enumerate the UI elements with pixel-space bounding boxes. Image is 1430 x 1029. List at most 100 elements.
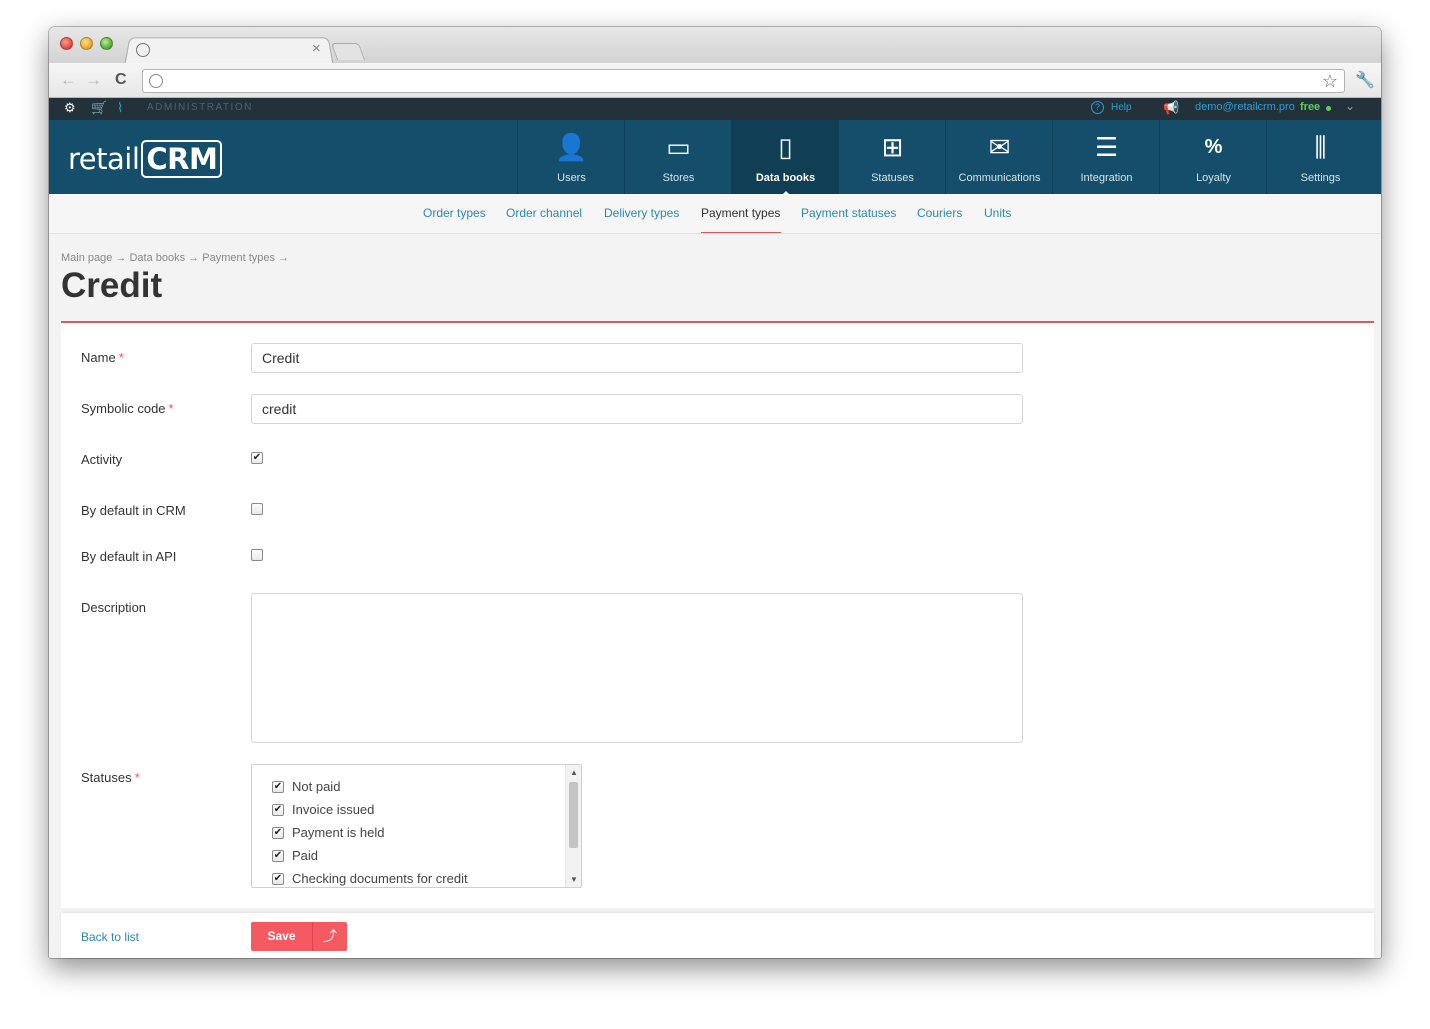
required-mark: *	[168, 401, 174, 416]
retailcrm-logo[interactable]: retail CRM	[68, 140, 223, 178]
statuses-icon: ⊞	[881, 132, 904, 162]
new-tab-button[interactable]	[330, 43, 366, 60]
globe-icon	[149, 74, 163, 88]
page-title: Credit	[61, 266, 163, 305]
required-mark: *	[118, 350, 124, 365]
online-status-dot	[1326, 106, 1331, 111]
statuses-label: Statuses *	[81, 770, 140, 785]
tab-close-icon[interactable]: ×	[312, 41, 321, 57]
nav-settings[interactable]: ⫼ Settings	[1266, 120, 1373, 194]
default-api-checkbox[interactable]	[251, 549, 263, 561]
nav-label: Users	[557, 172, 586, 184]
admin-bar: ⚙ 🛒 ⌇ ADMINISTRATION ? Help 📢 demo@retai…	[49, 98, 1381, 120]
status-label: Invoice issued	[292, 802, 375, 817]
help-icon[interactable]: ?	[1091, 101, 1104, 114]
subnav-units[interactable]: Units	[984, 206, 1011, 220]
nav-label: Settings	[1300, 172, 1341, 184]
statuses-scrollbar[interactable]: ▲ ▼	[565, 765, 581, 887]
status-checkbox[interactable]: ✔	[272, 873, 284, 885]
forward-arrow-icon[interactable]: →	[85, 71, 102, 89]
browser-tab[interactable]	[124, 37, 334, 65]
back-arrow-icon[interactable]: ←	[60, 71, 77, 89]
wrench-icon[interactable]: 🔧	[1355, 70, 1375, 90]
help-link[interactable]: Help	[1111, 102, 1132, 113]
symbolic-code-label: Symbolic code *	[81, 401, 174, 416]
data-books-subnav: Order types Order channel Delivery types…	[49, 194, 1381, 234]
nav-stores[interactable]: ▭ Stores	[624, 120, 731, 194]
nav-label: Data books	[755, 172, 816, 184]
status-checkbox[interactable]: ✔	[272, 827, 284, 839]
scrollbar-thumb[interactable]	[569, 782, 578, 848]
scroll-down-icon[interactable]: ▼	[570, 875, 578, 884]
subnav-payment-types[interactable]: Payment types	[701, 206, 780, 220]
subnav-delivery-types[interactable]: Delivery types	[604, 206, 679, 220]
nav-data-books[interactable]: ▯ Data books	[731, 120, 838, 195]
integration-icon: ☰	[1094, 132, 1119, 162]
form-footer: Back to list Save ⤴	[61, 913, 1374, 958]
chart-icon[interactable]: ⌇	[117, 101, 123, 115]
required-mark: *	[134, 770, 140, 785]
subnav-order-types[interactable]: Order types	[423, 206, 486, 220]
default-api-label: By default in API	[81, 549, 177, 564]
subnav-order-channel[interactable]: Order channel	[506, 206, 582, 220]
status-checkbox[interactable]: ✔	[272, 850, 284, 862]
nav-statuses[interactable]: ⊞ Statuses	[838, 120, 945, 194]
zoom-window-button[interactable]	[100, 37, 113, 50]
back-to-list-link[interactable]: Back to list	[81, 930, 139, 944]
percent-tag-icon: %	[1204, 136, 1223, 158]
browser-tabstrip: ×	[49, 27, 1381, 65]
megaphone-icon[interactable]: 📢	[1163, 100, 1179, 116]
logo-text: retail	[68, 142, 140, 176]
status-label: Checking documents for credit	[292, 871, 468, 886]
save-and-exit-icon[interactable]: ⤴	[312, 922, 347, 951]
activity-label: Activity	[81, 452, 123, 467]
status-label: Paid	[292, 848, 319, 863]
nav-label: Loyalty	[1196, 172, 1231, 184]
sliders-icon: ⫼	[1314, 132, 1327, 162]
browser-toolbar: ← → C ☆ 🔧	[49, 63, 1381, 98]
status-checkbox[interactable]: ✔	[272, 781, 284, 793]
nav-label: Integration	[1080, 172, 1133, 184]
nav-users[interactable]: 👤 Users	[517, 120, 624, 194]
main-header: retail CRM 👤 Users ▭ Stores ▯ Data books …	[49, 120, 1381, 195]
plan-badge: free	[1300, 101, 1321, 113]
cart-icon[interactable]: 🛒	[91, 101, 107, 115]
user-icon: 👤	[555, 132, 588, 162]
statuses-list[interactable]: ✔ Not paid ✔ Invoice issued ✔ Payment is…	[251, 764, 582, 888]
gear-icon[interactable]: ⚙	[64, 101, 76, 115]
book-icon: ▯	[778, 132, 793, 162]
bookmark-star-icon[interactable]: ☆	[1322, 71, 1338, 92]
address-bar[interactable]: ☆	[142, 69, 1345, 93]
save-button[interactable]: Save	[251, 922, 312, 951]
subnav-payment-statuses[interactable]: Payment statuses	[801, 206, 896, 220]
active-subnav-underline	[701, 232, 781, 233]
nav-loyalty[interactable]: % Loyalty	[1159, 120, 1266, 194]
minimize-window-button[interactable]	[80, 37, 93, 50]
default-crm-label: By default in CRM	[81, 503, 186, 518]
activity-checkbox[interactable]: ✔	[251, 452, 263, 464]
nav-label: Stores	[662, 172, 695, 184]
reload-icon[interactable]: C	[115, 71, 127, 89]
browser-window: × ← → C ☆ 🔧 ⚙ 🛒 ⌇ ADMINISTRATION ? Help …	[49, 27, 1381, 958]
scroll-up-icon[interactable]: ▲	[570, 768, 578, 777]
retailcrm-app: ⚙ 🛒 ⌇ ADMINISTRATION ? Help 📢 demo@retai…	[49, 98, 1381, 958]
nav-integration[interactable]: ☰ Integration	[1052, 120, 1159, 194]
chevron-down-icon[interactable]: ⌄	[1345, 99, 1355, 113]
account-email[interactable]: demo@retailcrm.pro	[1195, 101, 1295, 113]
default-crm-checkbox[interactable]	[251, 503, 263, 515]
subnav-couriers[interactable]: Couriers	[917, 206, 962, 220]
description-textarea[interactable]	[251, 593, 1023, 743]
symbolic-code-input[interactable]	[251, 394, 1023, 424]
close-window-button[interactable]	[60, 37, 73, 50]
description-label: Description	[81, 600, 147, 615]
status-label: Payment is held	[292, 825, 385, 840]
status-label: Not paid	[292, 779, 341, 794]
name-input[interactable]	[251, 343, 1023, 373]
nav-label: Statuses	[871, 172, 914, 184]
nav-communications[interactable]: ✉ Communications	[945, 120, 1052, 194]
envelope-icon: ✉	[988, 132, 1011, 162]
status-checkbox[interactable]: ✔	[272, 804, 284, 816]
logo-crm: CRM	[141, 140, 223, 178]
breadcrumb[interactable]: Main page → Data books → Payment types →	[61, 252, 289, 264]
globe-icon	[136, 43, 150, 57]
